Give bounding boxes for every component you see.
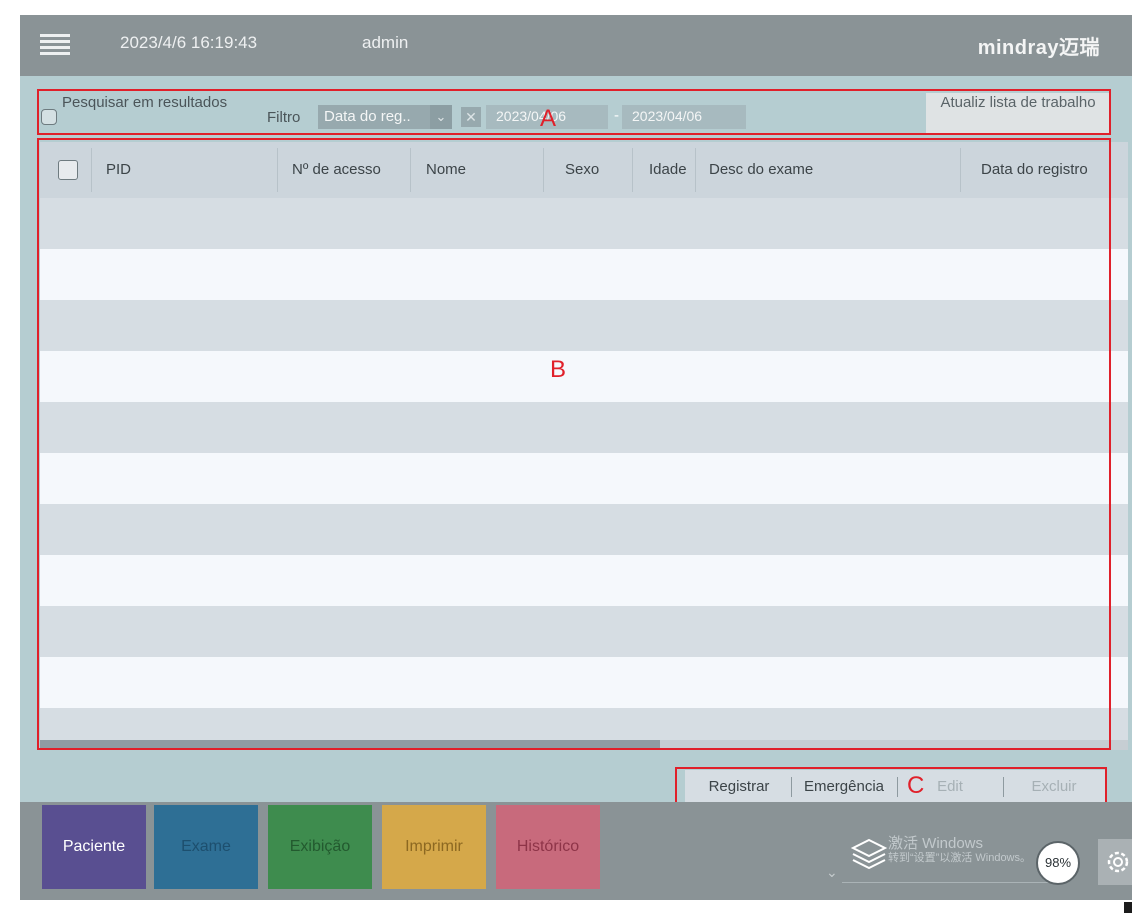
scrollbar-thumb[interactable] [40, 740, 660, 750]
annotation-label-a: A [540, 105, 557, 132]
hamburger-menu-icon[interactable] [40, 34, 70, 56]
brand-logo: mindray迈瑞 [977, 37, 1100, 59]
table-row[interactable] [40, 504, 1128, 555]
date-to-field[interactable]: 2023/04/06 [622, 105, 746, 129]
column-header-age[interactable]: Idade [649, 142, 687, 198]
column-divider [960, 148, 961, 192]
filter-field-value: Data do reg.. [324, 108, 411, 125]
battery-indicator: 98% [1036, 841, 1080, 885]
worklist-table: PID Nº de acesso Nome Sexo Idade Desc do… [40, 142, 1128, 750]
column-divider [632, 148, 633, 192]
search-in-results-label: Pesquisar em resultados [62, 94, 228, 111]
app-window: 2023/4/6 16:19:43 admin mindray迈瑞 Pesqui… [0, 0, 1132, 913]
table-header: PID Nº de acesso Nome Sexo Idade Desc do… [40, 142, 1128, 198]
table-row[interactable] [40, 606, 1128, 657]
watermark-subtitle: 转到“设置”以激活 Windows。 [888, 852, 1032, 864]
column-header-pid[interactable]: PID [106, 142, 131, 198]
bottom-bar: Paciente Exame Exibição Imprimir Históri… [20, 802, 1132, 900]
watermark-title: 激活 Windows [888, 835, 984, 852]
table-row[interactable] [40, 198, 1128, 249]
table-row[interactable] [40, 300, 1128, 351]
table-row[interactable] [40, 249, 1128, 300]
delete-button[interactable]: Excluir [1003, 770, 1105, 804]
current-user: admin [362, 33, 409, 52]
column-divider [91, 148, 92, 192]
tab-patient[interactable]: Paciente [42, 805, 146, 889]
column-header-sex[interactable]: Sexo [565, 142, 599, 198]
column-header-registration-date[interactable]: Data do registro [981, 142, 1088, 198]
column-divider [277, 148, 278, 192]
search-in-results-checkbox[interactable] [41, 109, 57, 125]
annotation-label-c: C [907, 772, 925, 799]
horizontal-scrollbar[interactable] [40, 740, 1128, 750]
table-row[interactable] [40, 351, 1128, 402]
column-divider [410, 148, 411, 192]
filter-label: Filtro [267, 109, 301, 126]
datetime-display: 2023/4/6 16:19:43 [120, 33, 258, 52]
table-row[interactable] [40, 657, 1128, 708]
refresh-worklist-button[interactable]: Atualiz lista de trabalho [926, 93, 1110, 135]
top-bar: 2023/4/6 16:19:43 admin mindray迈瑞 [20, 15, 1132, 76]
worklist-panel: Pesquisar em resultados Filtro Data do r… [20, 76, 1132, 810]
gear-icon[interactable] [1098, 839, 1132, 885]
column-header-accession[interactable]: Nº de acesso [292, 142, 381, 198]
column-divider [695, 148, 696, 192]
date-separator: - [614, 107, 619, 124]
column-divider [543, 148, 544, 192]
table-row[interactable] [40, 402, 1128, 453]
windows-activation-watermark: 激活 Windows 转到“设置”以激活 Windows。 [888, 835, 1032, 865]
filter-field-select[interactable]: Data do reg.. ⌄ [318, 105, 452, 129]
emergency-button[interactable]: Emergência [791, 770, 897, 804]
corner-marker [1124, 902, 1132, 913]
tab-print[interactable]: Imprimir [382, 805, 486, 889]
worklist-actions: Registrar Emergência Edit Excluir [685, 770, 1105, 804]
select-all-checkbox[interactable] [58, 160, 78, 180]
tab-review[interactable]: Exibição [268, 805, 372, 889]
table-row[interactable] [40, 555, 1128, 606]
register-button[interactable]: Registrar [685, 770, 793, 804]
dropdown-underline [842, 882, 1066, 883]
column-header-exam-desc[interactable]: Desc do exame [709, 142, 813, 198]
table-row[interactable] [40, 453, 1128, 504]
chevron-down-icon: ⌄ [430, 105, 452, 129]
clear-filter-close-icon[interactable]: ✕ [461, 107, 481, 127]
tab-exam[interactable]: Exame [154, 805, 258, 889]
column-header-name[interactable]: Nome [426, 142, 466, 198]
layers-icon[interactable] [848, 834, 890, 876]
annotation-label-b: B [550, 356, 567, 383]
chevron-down-icon[interactable]: ⌄ [826, 864, 838, 881]
tab-history[interactable]: Histórico [496, 805, 600, 889]
